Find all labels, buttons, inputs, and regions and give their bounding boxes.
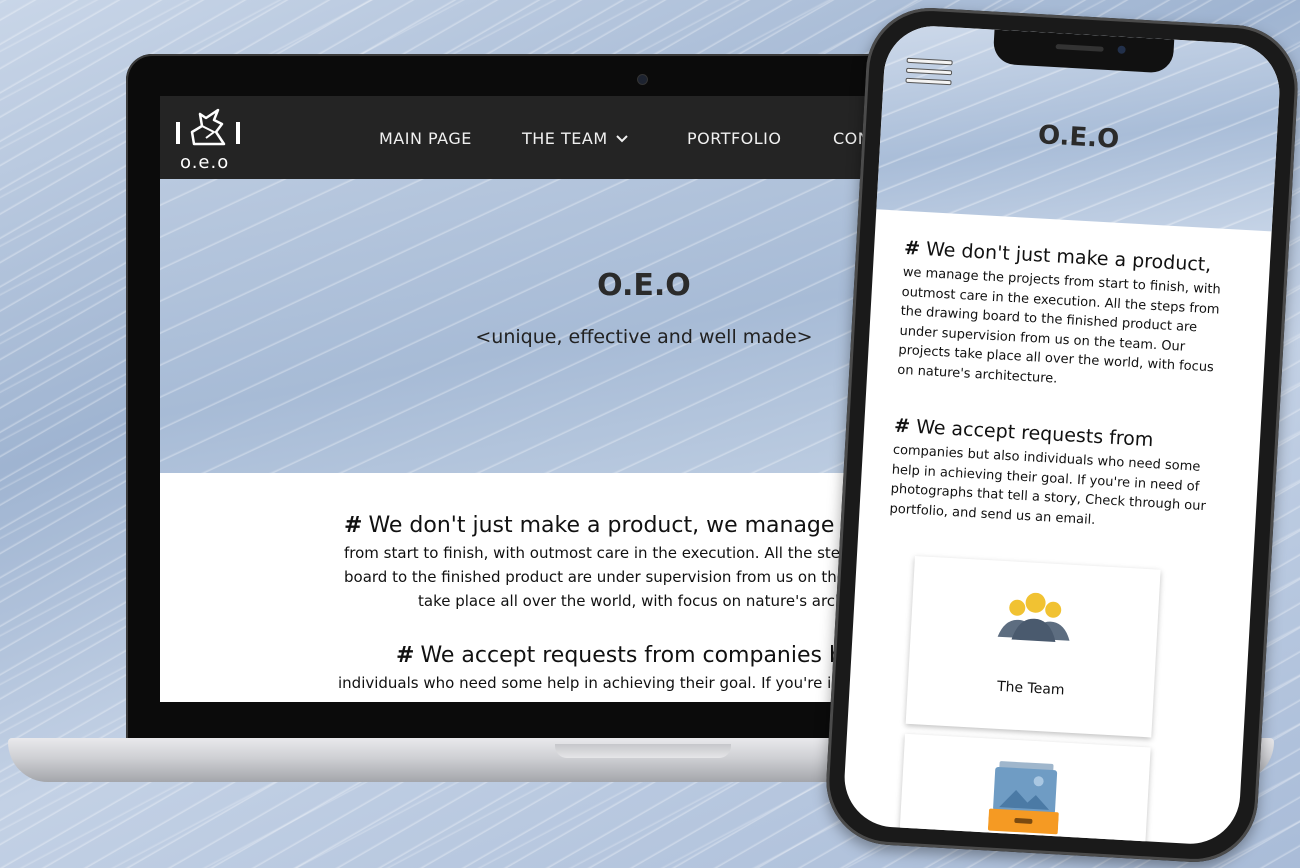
chevron-down-icon[interactable] [616, 134, 628, 144]
logo-text: o.e.o [180, 152, 230, 173]
phone-hero-title: O.E.O [1037, 120, 1120, 155]
hash-icon: # [893, 414, 911, 438]
laptop-camera [637, 74, 648, 85]
section1-line-1: from start to finish, with outmost care … [344, 544, 898, 562]
nav-main-page[interactable]: MAIN PAGE [379, 129, 472, 148]
team-icon [997, 592, 1070, 642]
section1-line-2: board to the finished product are under … [344, 568, 895, 586]
section2-heading: # We accept requests from companies but [396, 643, 866, 668]
laptop-notch [555, 744, 731, 758]
team-card[interactable]: The Team [905, 555, 1161, 738]
nav-portfolio[interactable]: PORTFOLIO [687, 129, 782, 148]
gallery-icon [987, 761, 1059, 835]
phone-screen: O.E.O # We don't just make a product, we … [841, 23, 1283, 847]
hash-icon: # [344, 513, 363, 538]
hash-icon: # [903, 236, 921, 260]
team-card-label: The Team [996, 678, 1065, 699]
portfolio-card[interactable] [898, 733, 1151, 847]
hamburger-icon[interactable] [905, 53, 953, 92]
section1-line-3: take place all over the world, with focu… [418, 592, 894, 610]
nav-the-team[interactable]: THE TEAM [522, 129, 608, 148]
phone-frame: O.E.O # We don't just make a product, we … [822, 4, 1300, 866]
section2-line-1: individuals who need some help in achiev… [338, 674, 897, 692]
section1-heading: # We don't just make a product, we manage… [344, 513, 878, 538]
hash-icon: # [396, 643, 415, 668]
